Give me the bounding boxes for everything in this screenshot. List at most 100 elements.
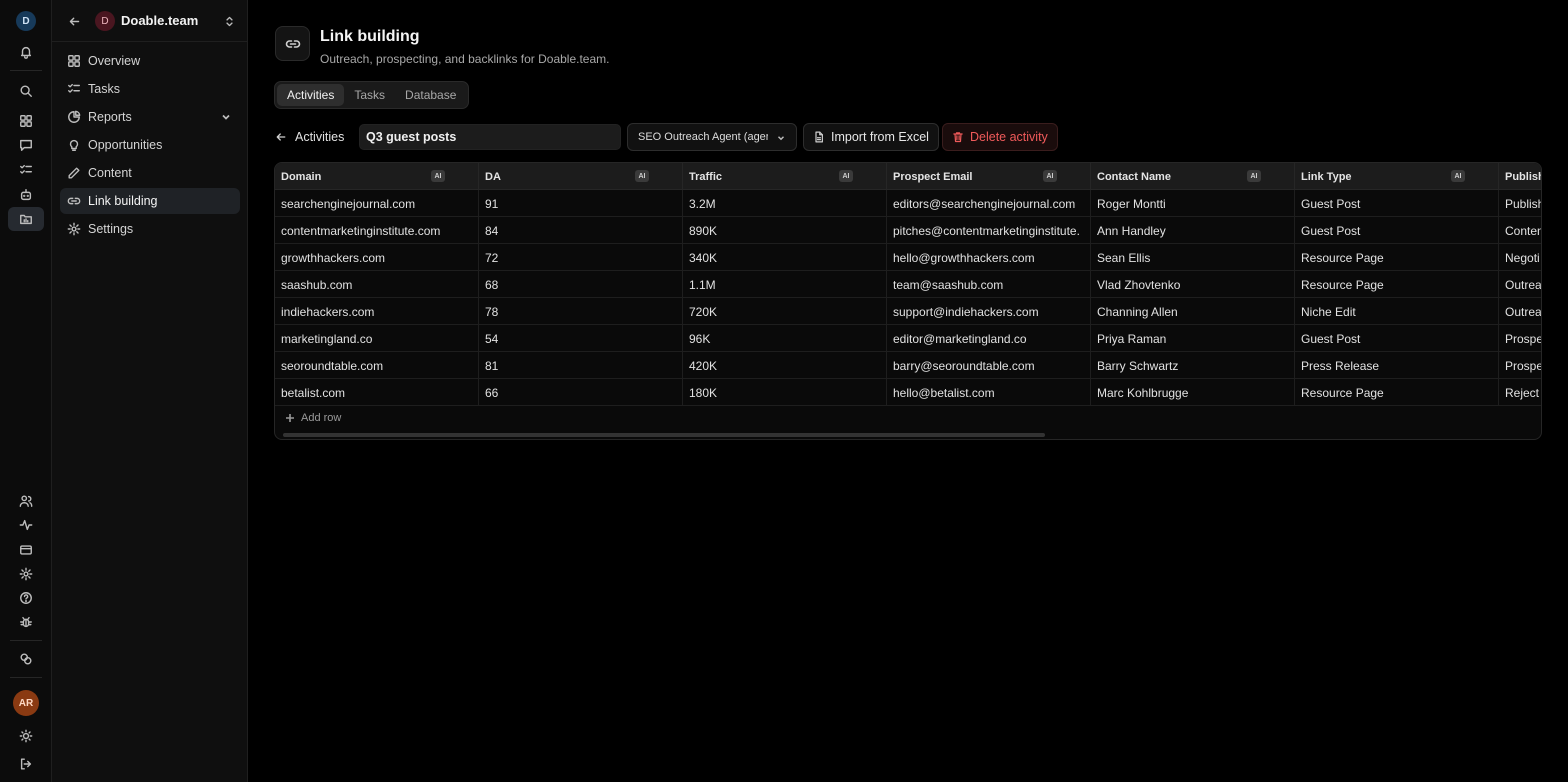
cell-da[interactable]: 91 [479,190,683,217]
cell-domain[interactable]: indiehackers.com [275,298,479,325]
tab-activities[interactable]: Activities [277,84,345,106]
horizontal-scrollbar[interactable] [283,433,1045,437]
bot-icon[interactable] [14,183,38,207]
column-header-publish[interactable]: Publish [1499,163,1541,190]
cell-publish[interactable]: Prospe [1499,325,1541,352]
cell-prospect-email[interactable]: team@saashub.com [887,271,1091,298]
activity-name-input[interactable] [359,124,621,150]
cell-traffic[interactable]: 340K [683,244,887,271]
cell-domain[interactable]: searchenginejournal.com [275,190,479,217]
cell-da[interactable]: 54 [479,325,683,352]
search-icon[interactable] [14,79,38,103]
cell-contact-name[interactable]: Channing Allen [1091,298,1295,325]
chevron-down-icon[interactable] [220,111,232,123]
ai-badge[interactable]: AI [1247,170,1261,182]
sidebar-item-overview[interactable]: Overview [60,48,240,74]
column-header-da[interactable]: DA AI [479,163,683,190]
cell-publish[interactable]: Negoti [1499,244,1541,271]
ai-badge[interactable]: AI [635,170,649,182]
column-header-contact-name[interactable]: Contact Name AI [1091,163,1295,190]
cell-traffic[interactable]: 180K [683,379,887,406]
cell-contact-name[interactable]: Roger Montti [1091,190,1295,217]
activity-icon[interactable] [14,513,38,537]
cell-link-type[interactable]: Resource Page [1295,244,1499,271]
cell-contact-name[interactable]: Barry Schwartz [1091,352,1295,379]
cell-contact-name[interactable]: Vlad Zhovtenko [1091,271,1295,298]
message-icon[interactable] [14,133,38,157]
grid-icon[interactable] [14,109,38,133]
ai-badge[interactable]: AI [1043,170,1057,182]
sidebar-item-opportunities[interactable]: Opportunities [60,132,240,158]
cell-prospect-email[interactable]: hello@betalist.com [887,379,1091,406]
table-row[interactable]: growthhackers.com 72 340K hello@growthhacke… [275,244,1541,271]
cell-domain[interactable]: growthhackers.com [275,244,479,271]
cell-prospect-email[interactable]: barry@seoroundtable.com [887,352,1091,379]
sidebar-item-tasks[interactable]: Tasks [60,76,240,102]
folder-chart-icon[interactable] [8,207,44,231]
column-header-domain[interactable]: Domain AI [275,163,479,190]
cell-contact-name[interactable]: Sean Ellis [1091,244,1295,271]
sidebar-item-link-building[interactable]: Link building [60,188,240,214]
cell-contact-name[interactable]: Marc Kohlbrugge [1091,379,1295,406]
cell-link-type[interactable]: Guest Post [1295,325,1499,352]
cell-prospect-email[interactable]: editor@marketingland.co [887,325,1091,352]
sidebar-item-reports[interactable]: Reports [60,104,240,130]
delete-activity-button[interactable]: Delete activity [942,123,1058,151]
table-row[interactable]: betalist.com 66 180K hello@betalist.com Marc… [275,379,1541,406]
cell-traffic[interactable]: 890K [683,217,887,244]
cell-publish[interactable]: Reject [1499,379,1541,406]
cell-publish[interactable]: Conten [1499,217,1541,244]
sidebar-item-content[interactable]: Content [60,160,240,186]
cell-domain[interactable]: marketingland.co [275,325,479,352]
table-row[interactable]: marketingland.co 54 96K editor@marketinglan… [275,325,1541,352]
column-header-traffic[interactable]: Traffic AI [683,163,887,190]
cell-domain[interactable]: contentmarketinginstitute.com [275,217,479,244]
table-row[interactable]: searchenginejournal.com 91 3.2M editors@sea… [275,190,1541,217]
cell-link-type[interactable]: Guest Post [1295,217,1499,244]
tab-tasks[interactable]: Tasks [344,84,395,106]
bell-icon[interactable] [14,40,38,64]
cell-contact-name[interactable]: Ann Handley [1091,217,1295,244]
gear-icon[interactable] [14,562,38,586]
chevron-up-down-icon[interactable] [220,12,238,30]
cell-traffic[interactable]: 3.2M [683,190,887,217]
cell-da[interactable]: 72 [479,244,683,271]
table-row[interactable]: saashub.com 68 1.1M team@saashub.com Vlad Zh… [275,271,1541,298]
cell-da[interactable]: 66 [479,379,683,406]
import-excel-button[interactable]: Import from Excel [803,123,939,151]
cell-da[interactable]: 84 [479,217,683,244]
add-row-button[interactable]: Add row [285,410,341,426]
cell-traffic[interactable]: 1.1M [683,271,887,298]
cell-link-type[interactable]: Guest Post [1295,190,1499,217]
users-icon[interactable] [14,489,38,513]
cell-link-type[interactable]: Niche Edit [1295,298,1499,325]
cell-link-type[interactable]: Resource Page [1295,379,1499,406]
user-avatar[interactable]: AR [13,690,39,716]
table-row[interactable]: indiehackers.com 78 720K support@indiehacke… [275,298,1541,325]
column-header-link-type[interactable]: Link Type AI [1295,163,1499,190]
back-to-activities-link[interactable]: Activities [275,123,344,151]
cell-publish[interactable]: Publish [1499,190,1541,217]
cell-link-type[interactable]: Press Release [1295,352,1499,379]
card-icon[interactable] [14,538,38,562]
cell-prospect-email[interactable]: editors@searchenginejournal.com [887,190,1091,217]
cell-link-type[interactable]: Resource Page [1295,271,1499,298]
ai-badge[interactable]: AI [839,170,853,182]
coins-icon[interactable] [14,647,38,671]
cell-publish[interactable]: Outrea [1499,298,1541,325]
workspace-avatar[interactable]: D [16,11,36,31]
sun-icon[interactable] [14,724,38,748]
bug-icon[interactable] [14,610,38,634]
cell-da[interactable]: 68 [479,271,683,298]
cell-prospect-email[interactable]: hello@growthhackers.com [887,244,1091,271]
cell-da[interactable]: 81 [479,352,683,379]
ai-badge[interactable]: AI [1451,170,1465,182]
cell-publish[interactable]: Prospe [1499,352,1541,379]
cell-domain[interactable]: betalist.com [275,379,479,406]
column-header-prospect-email[interactable]: Prospect Email AI [887,163,1091,190]
cell-prospect-email[interactable]: pitches@contentmarketinginstitute. [887,217,1091,244]
cell-traffic[interactable]: 96K [683,325,887,352]
workspace-name[interactable]: Doable.team [121,13,198,28]
logout-icon[interactable] [14,752,38,776]
back-arrow-icon[interactable] [64,11,84,31]
